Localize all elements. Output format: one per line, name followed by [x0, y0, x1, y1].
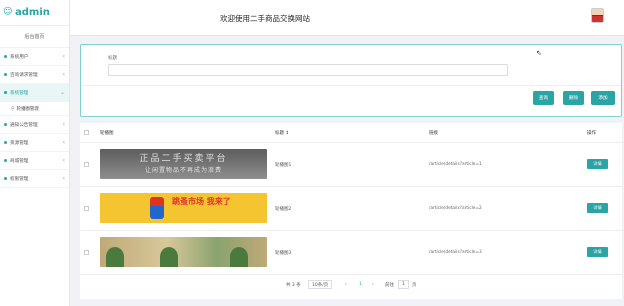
- header: 欢迎使用二手商品交换网站: [70, 0, 624, 36]
- menu-dot-icon: [4, 159, 7, 162]
- location-icon: ⚲: [11, 105, 15, 112]
- user-icon: ☺: [3, 7, 13, 17]
- sidebar-item-consult[interactable]: 咨询请求管理 ‹: [0, 66, 69, 84]
- image-subcaption: 让闲置物品不再成为浪费: [144, 167, 222, 174]
- chevron-left-icon: ‹: [62, 121, 65, 128]
- page-unit-label: 页: [412, 283, 417, 288]
- pagination: 共 3 条 10条/页 ‹ 1 › 前往 1 页: [80, 277, 622, 295]
- sidebar-item-label: 商城管理: [10, 158, 29, 164]
- add-button[interactable]: 添加: [591, 91, 615, 105]
- title-label: 标题: [108, 56, 117, 61]
- page-size-select[interactable]: 10条/页: [308, 280, 333, 289]
- row-title: 轮播图3: [275, 251, 292, 256]
- mouse-cursor-icon: ⇖: [536, 49, 542, 57]
- row-checkbox[interactable]: [84, 162, 89, 167]
- image-caption: 正品二手买卖平台: [139, 154, 228, 164]
- detail-button[interactable]: 详情: [587, 203, 608, 213]
- chevron-left-icon: ‹: [62, 53, 65, 60]
- data-table: 轮播图 标题 ↕ 链接 操作 正品二手买卖平台 让闲置物品不再成为浪费 轮播图1…: [80, 123, 622, 299]
- row-checkbox[interactable]: [84, 206, 89, 211]
- sidebar-item-label: 权限管理: [10, 176, 29, 182]
- mascot-figure: [150, 197, 164, 219]
- carousel-image: [100, 237, 267, 267]
- sidebar-item-permission[interactable]: 权限管理 ‹: [0, 170, 69, 188]
- divider: [81, 85, 621, 86]
- sidebar-item-system-manage[interactable]: 系统管理 ⌄: [0, 84, 69, 102]
- sidebar-home[interactable]: 后台首页: [0, 26, 69, 48]
- page-title: 欢迎使用二手商品交换网站: [220, 14, 310, 23]
- column-header-action: 操作: [587, 131, 596, 136]
- table-header: 轮播图 标题 ↕ 链接 操作: [80, 123, 622, 143]
- row-checkbox[interactable]: [84, 250, 89, 255]
- next-page-button[interactable]: ›: [372, 282, 374, 287]
- sidebar-item-label: 咨询请求管理: [10, 72, 38, 78]
- sidebar-item-resource[interactable]: 资源管理 ‹: [0, 134, 69, 152]
- detail-button[interactable]: 详情: [587, 247, 608, 257]
- chevron-left-icon: ‹: [62, 175, 65, 182]
- sidebar-item-notice[interactable]: 通知公告管理 ‹: [0, 116, 69, 134]
- carousel-image: 正品二手买卖平台 让闲置物品不再成为浪费: [100, 149, 267, 179]
- column-header-title[interactable]: 标题 ↕: [275, 130, 289, 136]
- column-header-link: 链接: [429, 131, 438, 136]
- plant-shape: [106, 247, 124, 267]
- brand: ☺ admin: [0, 0, 69, 26]
- sidebar-item-label: 资源管理: [10, 140, 29, 146]
- chevron-left-icon: ‹: [62, 71, 65, 78]
- sidebar-subitem-label: 轮播图管理: [16, 106, 39, 112]
- row-title: 轮播图2: [275, 207, 292, 212]
- avatar[interactable]: [591, 8, 604, 23]
- sidebar-item-label: 系统管理: [10, 90, 29, 96]
- prev-page-button[interactable]: ‹: [345, 282, 347, 287]
- menu-dot-icon: [4, 177, 7, 180]
- row-link: /article/details?article=2: [429, 206, 482, 211]
- menu-dot-icon: [4, 91, 7, 94]
- row-title: 轮播图1: [275, 163, 292, 168]
- delete-button[interactable]: 删除: [563, 91, 584, 105]
- query-button[interactable]: 查询: [533, 91, 554, 105]
- column-header-image: 轮播图: [100, 131, 114, 136]
- sidebar-subitem-carousel[interactable]: ⚲ 轮播图管理: [0, 102, 69, 116]
- title-search-input[interactable]: [108, 64, 508, 76]
- goto-page-input[interactable]: 1: [398, 280, 409, 289]
- total-count: 共 3 条: [286, 283, 301, 288]
- chevron-left-icon: ‹: [62, 157, 65, 164]
- menu-dot-icon: [4, 123, 7, 126]
- row-link: /article/details?article=1: [429, 162, 482, 167]
- goto-label: 前往: [385, 283, 394, 288]
- table-row: 正品二手买卖平台 让闲置物品不再成为浪费 轮播图1 /article/detai…: [80, 143, 622, 187]
- menu-dot-icon: [4, 55, 7, 58]
- sidebar-item-label: 系统用户: [10, 54, 29, 60]
- brand-name: admin: [15, 7, 50, 18]
- chevron-left-icon: ‹: [62, 139, 65, 146]
- sidebar: ☺ admin 后台首页 系统用户 ‹ 咨询请求管理 ‹ 系统管理 ⌄ ⚲ 轮播图管理 …: [0, 0, 70, 306]
- plant-shape: [230, 247, 248, 267]
- image-caption: 跳蚤市场 我来了: [172, 197, 231, 206]
- table-row: 跳蚤市场 我来了 轮播图2 /article/details?article=2…: [80, 187, 622, 231]
- sidebar-item-label: 通知公告管理: [10, 122, 38, 128]
- table-row: 轮播图3 /article/details?article=3 详情: [80, 231, 622, 275]
- detail-button[interactable]: 详情: [587, 159, 608, 169]
- carousel-image: 跳蚤市场 我来了: [100, 193, 267, 223]
- menu-dot-icon: [4, 141, 7, 144]
- row-link: /article/details?article=3: [429, 250, 482, 255]
- menu-dot-icon: [4, 73, 7, 76]
- plant-shape: [160, 247, 178, 267]
- select-all-checkbox[interactable]: [84, 130, 89, 135]
- chevron-down-icon: ⌄: [59, 89, 65, 96]
- page-number-current[interactable]: 1: [359, 282, 362, 287]
- sidebar-item-system-users[interactable]: 系统用户 ‹: [0, 48, 69, 66]
- sidebar-item-shop[interactable]: 商城管理 ‹: [0, 152, 69, 170]
